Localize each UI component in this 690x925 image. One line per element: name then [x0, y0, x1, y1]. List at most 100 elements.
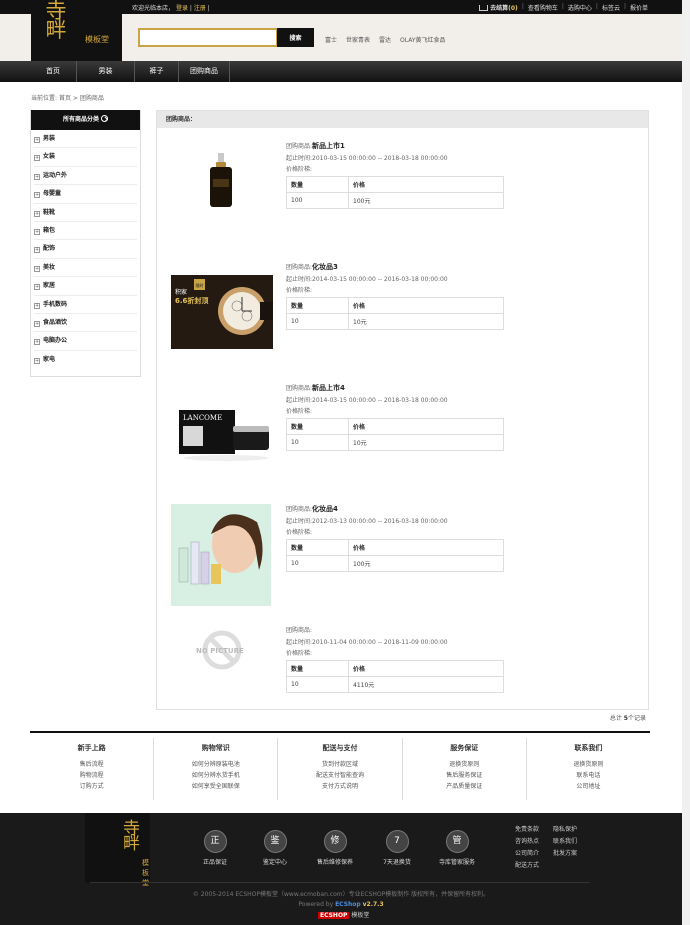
category-item[interactable]: + 鞋靴	[34, 204, 137, 222]
hot-keyword[interactable]: 富士	[325, 35, 337, 44]
time-range: 2014-03-15 00:00:00 -- 2018-03-18 00:00:…	[312, 396, 448, 404]
help-column-title: 新手上路	[77, 744, 106, 752]
no-picture-icon: NO PICTURE	[171, 622, 273, 678]
product-image-lancome[interactable]: LANCOME	[171, 396, 273, 470]
expand-icon[interactable]: +	[34, 320, 40, 327]
expand-icon[interactable]: +	[34, 357, 40, 364]
category-item[interactable]: + 美妆	[34, 259, 137, 278]
help-columns: 新手上路 售后流程 购物流程 订购方式 购物常识 如何分辨原装电池 如何分辨水货…	[30, 738, 650, 800]
expand-icon[interactable]: +	[34, 284, 40, 291]
expand-icon[interactable]: +	[34, 192, 40, 199]
tag-cloud-link[interactable]: 标签云	[602, 3, 620, 12]
help-link[interactable]: 退换货原则	[403, 759, 526, 770]
help-link[interactable]: 如何分辨水货手机	[154, 770, 277, 781]
category-item[interactable]: + 箱包	[34, 222, 137, 241]
quote-link[interactable]: 报价单	[630, 3, 648, 12]
footer-divider	[30, 731, 650, 733]
help-link[interactable]: 售后流程	[30, 759, 153, 770]
expand-icon[interactable]: +	[34, 173, 40, 180]
hot-keyword[interactable]: OLAY黄飞红食品	[400, 35, 446, 44]
welcome-text: 欢迎光临本店，	[132, 5, 175, 12]
tiers-label: 价格阶梯:	[286, 166, 313, 173]
expand-icon[interactable]: +	[34, 228, 40, 235]
breadcrumb: 当前位置: 首页 > 团购商品	[31, 93, 104, 102]
nav-group-buy[interactable]: 团购商品	[179, 61, 229, 82]
product-name[interactable]: 化妆品3	[312, 263, 338, 271]
group-buy-item: 限时 积家 6.6折封顶 团购商品:化妆品3 起止时间:2014-03-15 0…	[157, 259, 650, 369]
search-button[interactable]: 搜索	[277, 28, 314, 47]
breadcrumb-home[interactable]: 首页	[59, 95, 71, 102]
product-image-watch[interactable]: 限时 积家 6.6折封顶	[171, 275, 273, 349]
expand-icon[interactable]: +	[34, 155, 40, 162]
help-link[interactable]: 公司地址	[527, 781, 650, 792]
help-link[interactable]: 支付方式说明	[278, 781, 401, 792]
help-link[interactable]: 货到付款区域	[278, 759, 401, 770]
nav-pants[interactable]: 裤子	[135, 61, 178, 82]
help-link[interactable]: 购物流程	[30, 770, 153, 781]
qty-cell: 100	[286, 192, 349, 209]
checkout-link[interactable]: 去结算(0)	[479, 3, 518, 12]
search-input[interactable]	[138, 28, 278, 47]
category-item[interactable]: + 运动户外	[34, 167, 137, 186]
help-link[interactable]: 产品质量保证	[403, 781, 526, 792]
category-item[interactable]: + 食品酒饮	[34, 314, 137, 333]
help-link[interactable]: 退换货原则	[527, 759, 650, 770]
product-name[interactable]: 化妆品4	[312, 505, 338, 513]
login-link[interactable]: 登录	[176, 5, 188, 12]
hot-keyword[interactable]: 世家青表	[346, 35, 370, 44]
product-name[interactable]: 新品上市1	[312, 142, 345, 150]
help-link[interactable]: 如何分辨原装电池	[154, 759, 277, 770]
help-link[interactable]: 售后服务保证	[403, 770, 526, 781]
category-item[interactable]: + 电脑办公	[34, 332, 137, 351]
category-item[interactable]: + 家电	[34, 351, 137, 369]
category-item[interactable]: + 家居	[34, 277, 137, 296]
category-item[interactable]: + 手机数码	[34, 296, 137, 314]
product-image-cosmetics[interactable]	[171, 504, 271, 606]
register-link[interactable]: 注册	[194, 5, 206, 12]
footer-rule	[90, 882, 590, 883]
site-logo[interactable]: 寺畔 模板堂	[31, 0, 122, 61]
small-logo-badge: ECSHOP	[318, 912, 350, 919]
category-sidebar: 所有商品分类 + 男装 + 女装 + 运动户外 + 母婴童 + 鞋靴 + 箱包 + 配饰 + 美…	[30, 110, 141, 377]
expand-icon[interactable]: +	[34, 265, 40, 272]
footer-logo: 寺畔 模板堂	[85, 813, 150, 887]
help-link[interactable]: 订购方式	[30, 781, 153, 792]
expand-icon[interactable]: +	[34, 210, 40, 217]
time-label: 起止时间:	[286, 154, 313, 162]
category-item[interactable]: + 女装	[34, 148, 137, 167]
category-item[interactable]: + 母婴童	[34, 185, 137, 204]
expand-icon[interactable]: +	[34, 247, 40, 254]
help-link[interactable]: 配送支付智能查询	[278, 770, 401, 781]
footer-link[interactable]: 联系我们	[553, 836, 591, 845]
product-image-serum[interactable]	[171, 143, 273, 217]
footer-link[interactable]: 咨询热点	[515, 836, 553, 845]
expand-icon[interactable]: +	[34, 302, 40, 309]
footer-link[interactable]: 公司简介	[515, 848, 553, 857]
footer-link[interactable]: 免责条款	[515, 824, 553, 833]
scrollbar[interactable]	[682, 0, 690, 925]
view-cart-link[interactable]: 查看购物车	[528, 3, 558, 12]
help-column-title: 服务保证	[450, 744, 479, 752]
expand-icon[interactable]: +	[34, 137, 40, 143]
price-cell: 10元	[348, 434, 504, 451]
help-link[interactable]: 联系电话	[527, 770, 650, 781]
time-label: 起止时间:	[286, 396, 313, 404]
nav-menswear[interactable]: 男装	[77, 61, 134, 82]
separator: |	[561, 3, 564, 10]
product-info: 团购商品:新品上市1 起止时间:2010-03-15 00:00:00 -- 2…	[286, 141, 448, 176]
checkout-label: 去结算	[490, 5, 509, 12]
pick-center-link[interactable]: 选购中心	[568, 3, 592, 12]
help-link[interactable]: 如何享受全国联保	[154, 781, 277, 792]
product-image-placeholder[interactable]: NO PICTURE	[171, 622, 273, 678]
nav-home[interactable]: 首页	[31, 61, 75, 82]
ecshop-link[interactable]: ECShop	[335, 901, 361, 908]
footer-link[interactable]: 配送方式	[515, 860, 553, 869]
footer-link[interactable]: 隐私保护	[553, 824, 591, 833]
hot-keyword[interactable]: 雷达	[379, 35, 391, 44]
category-item[interactable]: + 配饰	[34, 240, 137, 259]
footer-link[interactable]: 批发方案	[553, 848, 591, 857]
category-item[interactable]: + 男装	[34, 130, 137, 149]
product-name[interactable]: 新品上市4	[312, 384, 345, 392]
breadcrumb-current: 团购商品	[79, 95, 104, 102]
expand-icon[interactable]: +	[34, 339, 40, 346]
